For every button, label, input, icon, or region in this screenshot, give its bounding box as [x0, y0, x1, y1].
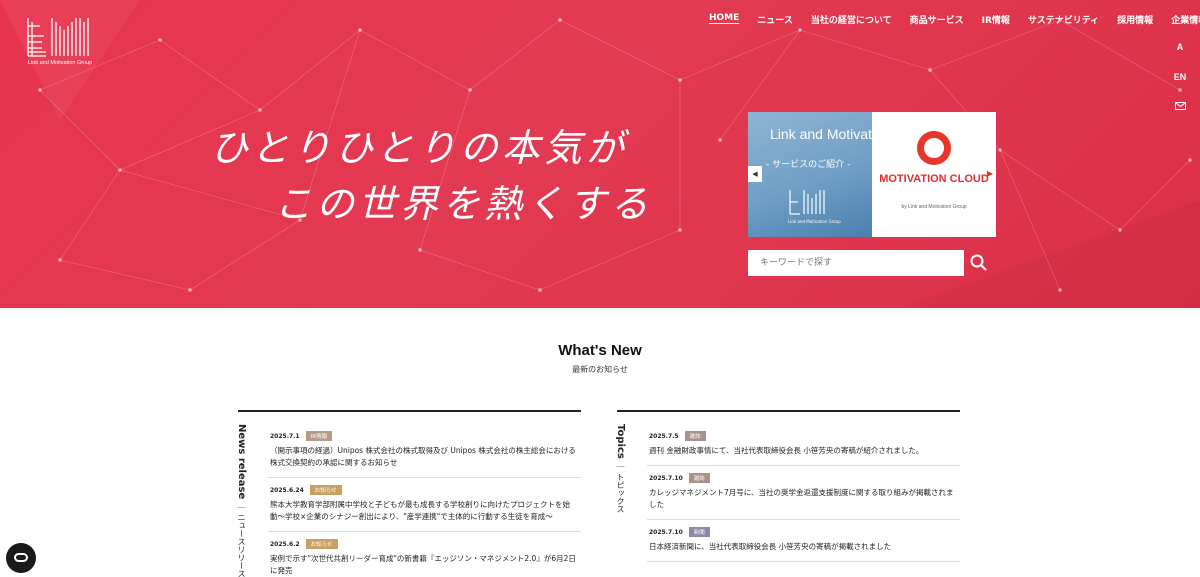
category-badge: 新聞 — [688, 527, 710, 537]
news-item[interactable]: 2025.6.2 お知らせ 実例で示す"次世代共創リーダー育成"の新書籍『エッジ… — [268, 532, 581, 577]
nav-services[interactable]: 商品サービス — [901, 13, 973, 26]
category-badge: お知らせ — [305, 539, 338, 549]
banner-left-subtitle: - サービスのご紹介 - — [766, 160, 851, 170]
font-size-button[interactable]: A — [1170, 42, 1190, 52]
news-release-label-jp: ニュースリリース — [237, 513, 246, 577]
topics-label-en: Topics — [615, 424, 626, 459]
news-release-label-en: News release — [236, 424, 247, 500]
topics-label: Topics ｜ トピックス — [615, 424, 626, 513]
topic-item[interactable]: 2025.7.10 雑誌 カレッジマネジメント7月号に、当社の奨学金返還支援制度… — [647, 466, 960, 520]
banner-right-by: by Link and Motivation Group — [901, 204, 967, 210]
topics-column: Topics ｜ トピックス 2025.7.5 雑誌 週刊 金融財政事情にて、当… — [615, 410, 960, 562]
mail-icon[interactable] — [1170, 102, 1190, 112]
hero-catchphrase: ひとりひとりの本気が この世界を熱くする — [210, 120, 652, 232]
news-item[interactable]: 2025.6.24 お知らせ 熊本大学教育学部附属中学校と子どもが最も成長する学… — [268, 478, 581, 532]
topic-item[interactable]: 2025.7.5 雑誌 週刊 金融財政事情にて、当社代表取締役会長 小笹芳央の寄… — [647, 424, 960, 466]
topics-label-jp: トピックス — [616, 472, 625, 513]
news-date: 2025.6.2 — [270, 540, 300, 548]
news-item[interactable]: 2025.7.1 IR情報 （開示事項の経過）Unipos 株式会社の株式取得及… — [268, 424, 581, 478]
nav-company[interactable]: 企業情報 — [1162, 13, 1200, 26]
topic-item[interactable]: 2025.7.10 新聞 日本経済新聞に、当社代表取締役会長 小笹芳央の寄稿が掲… — [647, 520, 960, 562]
category-badge: 雑誌 — [684, 431, 706, 441]
nav-news[interactable]: ニュース — [748, 13, 802, 26]
category-badge: IR情報 — [305, 431, 333, 441]
news-release-label: News release ｜ ニュースリリース — [236, 424, 247, 577]
logo-caption: Link and Motivation Group — [28, 60, 93, 66]
category-badge: お知らせ — [309, 485, 342, 495]
service-banner-carousel[interactable]: Link and Motivation - サービスのご紹介 - Link an… — [748, 112, 996, 237]
news-title: 実例で示す"次世代共創リーダー育成"の新書籍『エッジソン・マネジメント2.0』が… — [270, 554, 576, 575]
banner-lm-services[interactable]: Link and Motivation - サービスのご紹介 - Link an… — [748, 112, 891, 237]
topic-date: 2025.7.10 — [649, 528, 683, 536]
topic-title: 日本経済新聞に、当社代表取締役会長 小笹芳央の寄稿が掲載されました — [649, 542, 892, 551]
topic-date: 2025.7.10 — [649, 474, 683, 482]
banner-right-title: MOTIVATION CLOUD — [879, 173, 989, 185]
news-date: 2025.6.24 — [270, 486, 304, 494]
hero-section: Link and Motivation Group HOME ニュース 当社の経… — [0, 0, 1200, 308]
banner-motivation-cloud[interactable]: MOTIVATION CLOUD by Link and Motivation … — [872, 112, 996, 237]
banner-left-logo-caption: Link and Motivation Group — [788, 219, 841, 224]
news-release-column: News release ｜ ニュースリリース 2025.7.1 IR情報 （開… — [236, 410, 581, 577]
whats-new-subtitle: 最新のお知らせ — [572, 365, 628, 374]
main-nav: HOME ニュース 当社の経営について 商品サービス IR情報 サステナビリティ… — [700, 13, 1200, 26]
chat-icon[interactable] — [6, 543, 36, 573]
catch-line-2: この世界を熱くする — [274, 182, 653, 226]
news-title: （開示事項の経過）Unipos 株式会社の株式取得及び Unipos 株式会社の… — [270, 446, 576, 467]
whats-new-title: What's New — [558, 342, 642, 359]
motivation-cloud-logo-icon — [917, 131, 951, 165]
category-badge: 雑誌 — [688, 473, 710, 483]
lm-logo-icon — [789, 190, 825, 215]
nav-home[interactable]: HOME — [700, 13, 748, 26]
topic-title: 週刊 金融財政事情にて、当社代表取締役会長 小笹芳央の寄稿が紹介されました。 — [649, 446, 924, 455]
news-date: 2025.7.1 — [270, 432, 300, 440]
topic-date: 2025.7.5 — [649, 432, 679, 440]
search-input[interactable] — [748, 250, 964, 276]
chevron-right-icon[interactable]: ▶ — [984, 166, 996, 182]
side-tools: A EN — [1170, 42, 1190, 132]
chevron-left-icon[interactable]: ◀ — [748, 166, 762, 182]
topic-title: カレッジマネジメント7月号に、当社の奨学金返還支援制度に関する取り組みが掲載され… — [649, 488, 954, 509]
search-icon[interactable] — [968, 252, 990, 274]
nav-management[interactable]: 当社の経営について — [802, 13, 901, 26]
catch-line-1: ひとりひとりの本気が — [210, 126, 628, 170]
nav-sustainability[interactable]: サステナビリティ — [1019, 13, 1108, 26]
nav-recruit[interactable]: 採用情報 — [1108, 13, 1162, 26]
news-title: 熊本大学教育学部附属中学校と子どもが最も成長する学校創りに向けたプロジェクトを始… — [270, 500, 570, 521]
nav-ir[interactable]: IR情報 — [973, 13, 1019, 26]
language-button[interactable]: EN — [1170, 72, 1190, 82]
